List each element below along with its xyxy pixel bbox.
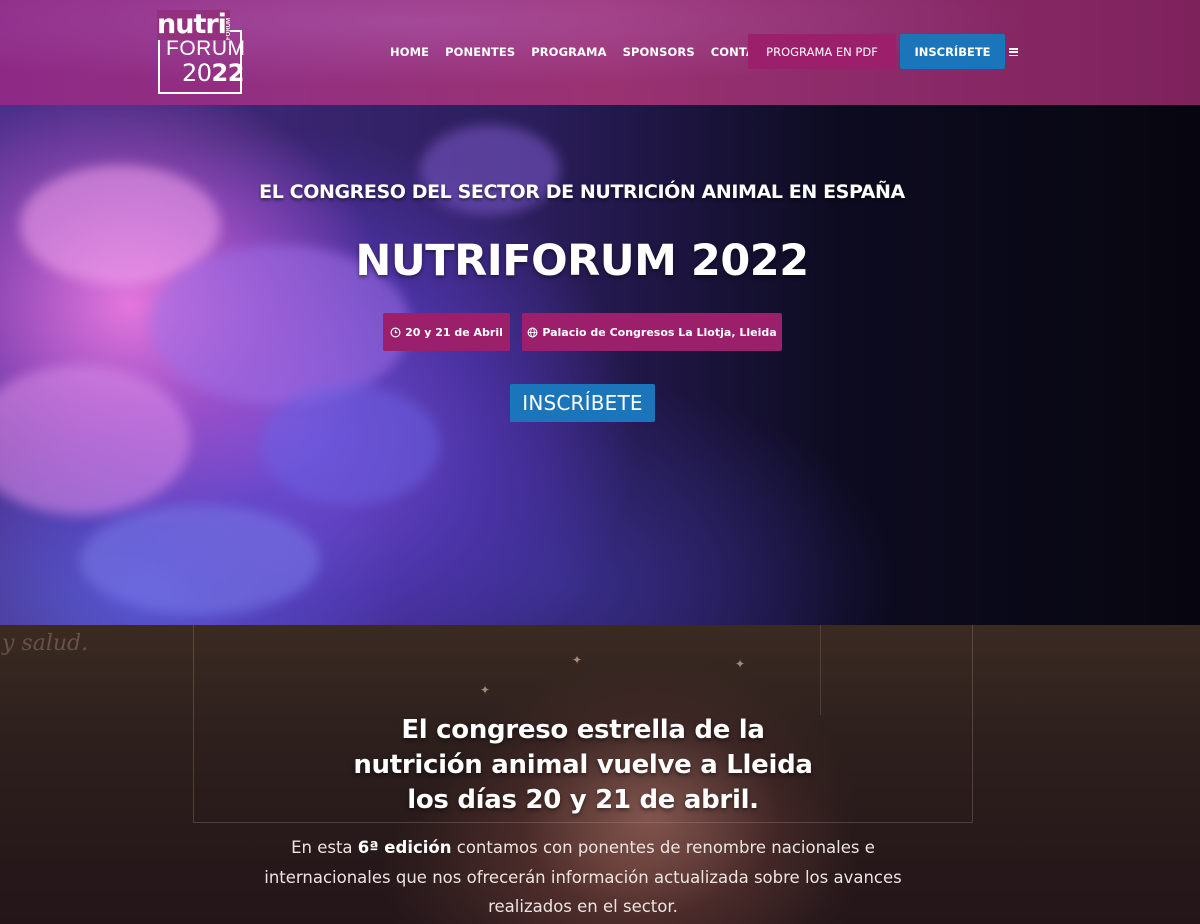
logo-year-bold: 22 [211,59,245,87]
nav-ponentes[interactable]: PONENTES [445,45,515,59]
hero-register-button[interactable]: INSCRÍBETE [510,384,655,422]
intro-text: En esta 6ª edición contamos con ponentes… [260,833,906,922]
nav-programa[interactable]: PROGRAMA [531,45,606,59]
event-date: 20 y 21 de Abril [405,325,503,339]
hamburger-icon[interactable] [1009,48,1018,57]
clock-icon [390,327,401,337]
intro-section: y salud. ✦ ✦ ✦ El congreso estrella de l… [0,625,1200,924]
logo-year-light: 20 [182,59,212,87]
hero-kicker: EL CONGRESO DEL SECTOR DE NUTRICIÓN ANIM… [259,181,905,203]
globe-icon [527,327,538,337]
hero-title: NUTRIFORUM 2022 [355,236,809,286]
background-script-text: y salud. [2,631,89,656]
site-header: nutri FORUM FORUM 2022 HOME PONENTES PRO… [0,0,1200,105]
event-venue: Palacio de Congresos La Llotja, Lleida [542,325,777,339]
sparkle-icon: ✦ [735,657,746,671]
programa-pdf-button[interactable]: PROGRAMA EN PDF [748,34,896,69]
logo-year: 2022 [182,60,244,86]
nutriforum-logo[interactable]: nutri FORUM FORUM 2022 [157,10,246,94]
nav-home[interactable]: HOME [390,45,429,59]
sparkle-icon: ✦ [480,683,491,697]
event-date-badge: 20 y 21 de Abril [383,313,510,351]
header-register-button[interactable]: INSCRÍBETE [900,34,1005,69]
intro-text-start: En esta [291,838,358,857]
main-nav: HOME PONENTES PROGRAMA SPONSORS CONTACTO [390,45,797,59]
logo-nutri-text: nutri [157,10,230,40]
logo-forum-text: FORUM [166,37,246,60]
intro-title: El congreso estrella de la nutrición ani… [353,715,813,815]
decorative-line [820,625,972,715]
event-venue-badge: Palacio de Congresos La Llotja, Lleida [522,313,782,351]
nav-sponsors[interactable]: SPONSORS [623,45,695,59]
hero-section: EL CONGRESO DEL SECTOR DE NUTRICIÓN ANIM… [0,105,1200,625]
intro-text-edition: 6ª edición [357,838,452,857]
sparkle-icon: ✦ [572,653,583,667]
